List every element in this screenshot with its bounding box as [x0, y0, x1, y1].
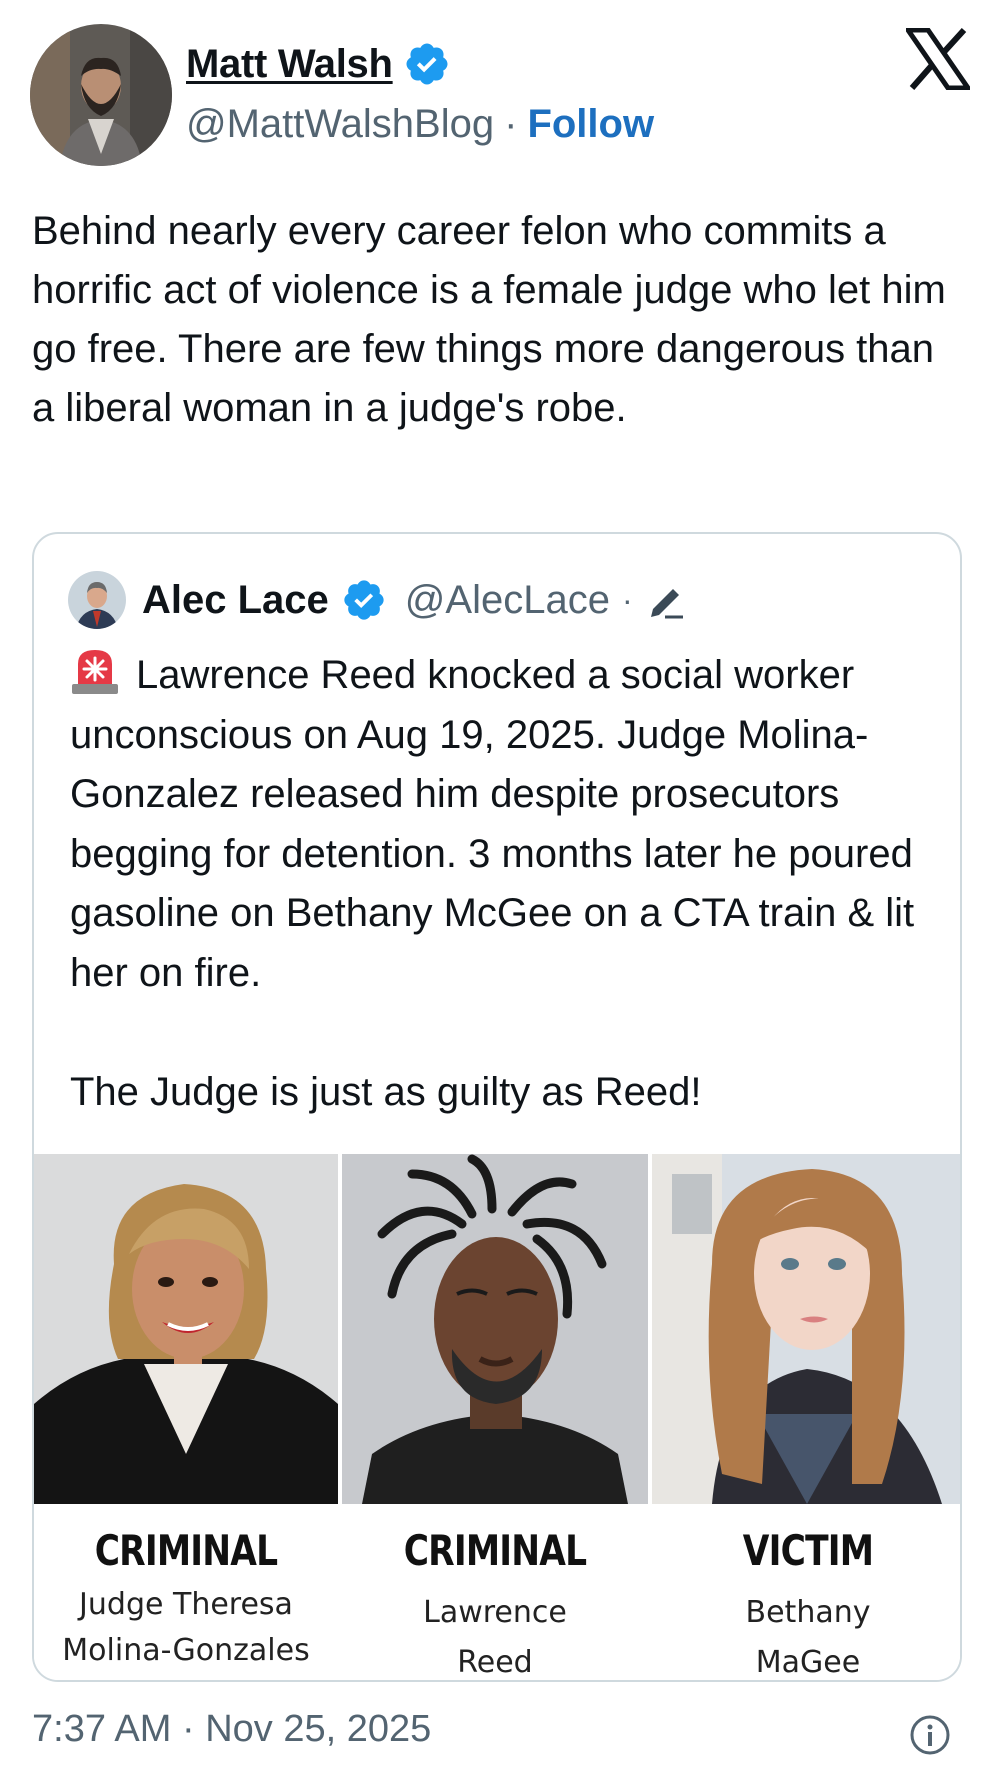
judge-photo	[34, 1154, 338, 1504]
victim-caption-name-line2: MaGee	[755, 1645, 861, 1680]
author-handle-row: @MattWalshBlog · Follow	[186, 102, 654, 147]
follow-button[interactable]: Follow	[527, 102, 654, 147]
judge-caption-name-line2: Molina-Gonzales	[62, 1633, 310, 1668]
tweet-text: Behind nearly every career felon who com…	[32, 209, 957, 430]
quoted-verified-badge-icon	[341, 577, 387, 623]
quoted-author-handle[interactable]: @AlecLace	[405, 578, 610, 623]
quoted-author-avatar[interactable]	[68, 571, 126, 629]
mugshot-caption-name-line1: Lawrence	[423, 1595, 567, 1630]
info-icon[interactable]	[908, 1713, 952, 1757]
victim-caption: VICTIM Bethany MaGee	[652, 1526, 960, 1680]
police-siren-icon	[70, 646, 120, 696]
victim-caption-title: VICTIM	[742, 1526, 874, 1575]
quoted-tweet-text: Lawrence Reed knocked a social worker un…	[70, 646, 950, 1122]
quoted-author-name[interactable]: Alec Lace	[142, 578, 329, 623]
quoted-tweet-body: Lawrence Reed knocked a social worker un…	[70, 653, 915, 1114]
author-name[interactable]: Matt Walsh	[186, 42, 393, 87]
mugshot-caption-title: CRIMINAL	[403, 1526, 587, 1575]
mugshot-photo	[342, 1154, 648, 1504]
edit-pencil-icon	[645, 579, 687, 621]
judge-caption-title: CRIMINAL	[94, 1526, 278, 1575]
judge-caption-name-line1: Judge Theresa	[79, 1587, 293, 1622]
mugshot-caption: CRIMINAL Lawrence Reed	[342, 1526, 648, 1680]
author-name-row: Matt Walsh	[186, 40, 451, 88]
victim-photo	[652, 1154, 960, 1504]
separator-dot: ·	[504, 102, 518, 146]
judge-caption: CRIMINAL Judge Theresa Molina-Gonzales	[34, 1526, 338, 1675]
victim-caption-name-line1: Bethany	[745, 1595, 871, 1630]
author-handle[interactable]: @MattWalshBlog	[186, 102, 494, 147]
verified-badge-icon	[403, 40, 451, 88]
quoted-tweet-image[interactable]: CRIMINAL Judge Theresa Molina-Gonzales C…	[34, 1154, 960, 1680]
quoted-tweet-header: Alec Lace @AlecLace ·	[68, 570, 687, 630]
x-logo-icon[interactable]	[903, 27, 973, 91]
tweet-header: Matt Walsh @MattWalshBlog · Follow	[30, 24, 973, 169]
tweet-timestamp[interactable]: 7:37 AM · Nov 25, 2025	[32, 1708, 431, 1751]
quoted-tweet-card[interactable]: Alec Lace @AlecLace · Lawrence Reed knoc…	[32, 532, 962, 1682]
mugshot-caption-name-line2: Reed	[457, 1645, 533, 1680]
author-avatar[interactable]	[30, 24, 172, 166]
quoted-separator-dot: ·	[621, 581, 633, 618]
